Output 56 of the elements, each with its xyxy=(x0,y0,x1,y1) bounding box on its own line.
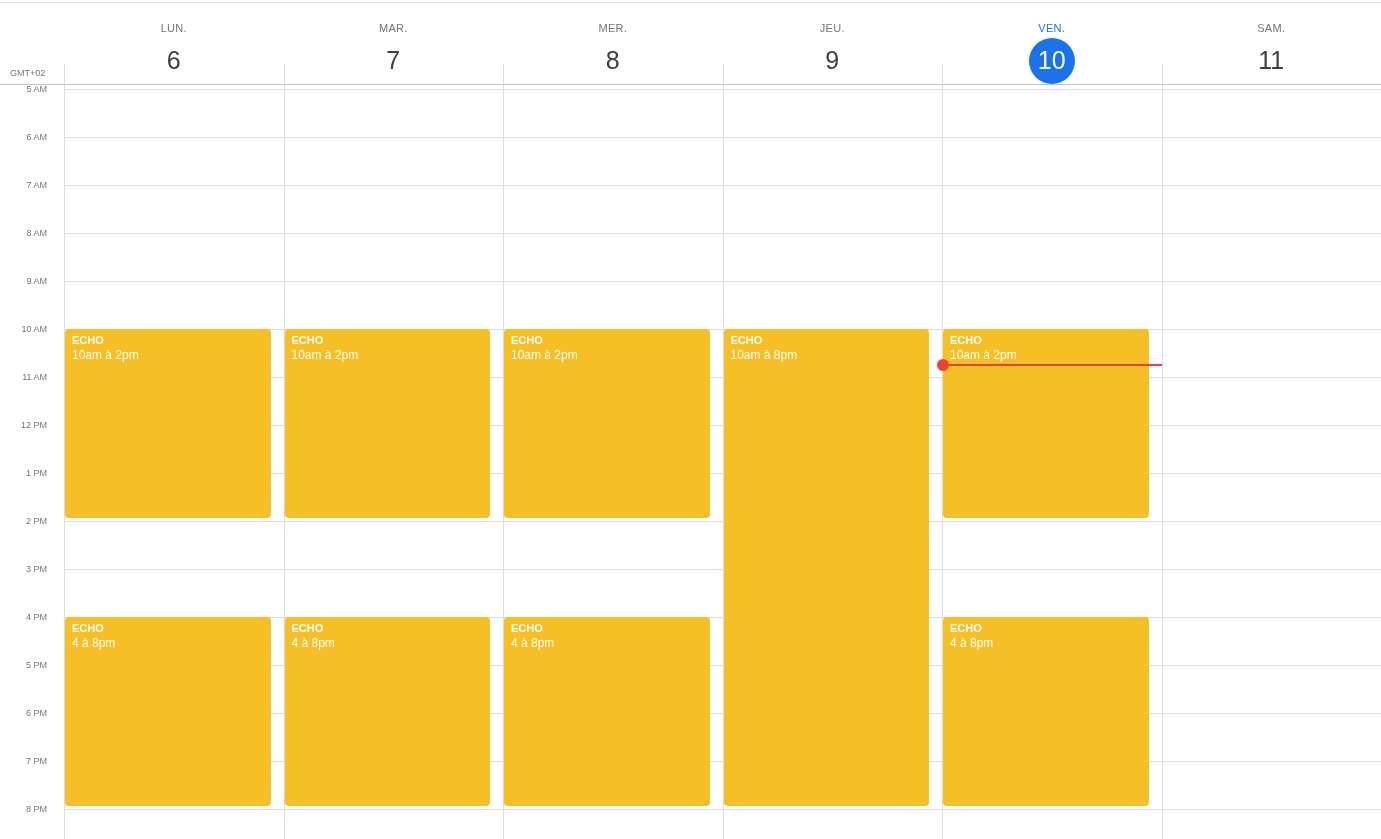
date-number[interactable]: 9 xyxy=(809,38,856,84)
hour-label: 8 PM xyxy=(26,803,47,815)
event-title: ECHO xyxy=(291,333,325,347)
hour-label: 11 AM xyxy=(22,371,47,383)
event-time: 4 à 8pm xyxy=(950,635,995,651)
event-title: ECHO xyxy=(291,621,325,635)
event-title: ECHO xyxy=(511,621,544,635)
event-card[interactable]: ECHO 4 à 8pm xyxy=(284,617,490,806)
hour-label: 8 AM xyxy=(26,227,47,239)
event-title: ECHO xyxy=(72,333,105,347)
weekday-label: JEU. xyxy=(819,21,845,35)
hour-label: 1 PM xyxy=(26,467,47,479)
hour-label: 6 PM xyxy=(26,707,47,719)
event-card[interactable]: ECHO 10am à 2pm xyxy=(943,329,1149,518)
hour-label: 9 AM xyxy=(26,275,47,287)
hour-label: 7 AM xyxy=(26,179,47,191)
event-card[interactable]: ECHO 10am à 8pm xyxy=(723,329,929,806)
date-number[interactable]: 11 xyxy=(1248,38,1295,84)
hour-label: 6 AM xyxy=(26,131,47,143)
event-time: 4 à 8pm xyxy=(72,635,117,651)
event-time: 10am à 2pm xyxy=(291,347,360,363)
event-card[interactable]: ECHO 10am à 2pm xyxy=(284,329,490,518)
event-time: 10am à 2pm xyxy=(72,347,140,363)
weekday-label: MER. xyxy=(598,21,628,35)
event-card[interactable]: ECHO 4 à 8pm xyxy=(504,617,710,806)
event-card[interactable]: ECHO 4 à 8pm xyxy=(65,617,271,806)
date-number[interactable]: 10 xyxy=(1028,38,1075,84)
event-title: ECHO xyxy=(950,621,983,635)
weekday-label: MAR. xyxy=(378,21,408,35)
hour-label: 2 PM xyxy=(26,515,47,527)
hour-label: 12 PM xyxy=(21,419,47,431)
event-time: 10am à 2pm xyxy=(511,347,579,363)
date-number[interactable]: 8 xyxy=(589,38,636,84)
hour-label: 4 PM xyxy=(26,611,47,623)
event-card[interactable]: ECHO 10am à 2pm xyxy=(65,329,271,518)
hour-label: 10 AM xyxy=(21,323,47,335)
date-number[interactable]: 6 xyxy=(150,38,197,84)
weekday-label: VEN. xyxy=(1038,21,1066,35)
event-time: 10am à 8pm xyxy=(730,347,799,363)
event-time: 10am à 2pm xyxy=(950,347,1018,363)
hour-label: 7 PM xyxy=(26,755,47,767)
event-title: ECHO xyxy=(730,333,764,347)
date-number[interactable]: 7 xyxy=(370,38,417,84)
hour-label: 5 AM xyxy=(26,83,47,95)
event-time: 4 à 8pm xyxy=(511,635,556,651)
event-card[interactable]: ECHO 10am à 2pm xyxy=(504,329,710,518)
timezone-label: GMT+02 xyxy=(10,66,46,80)
hour-label: 5 PM xyxy=(26,659,47,671)
event-time: 4 à 8pm xyxy=(291,635,336,651)
event-title: ECHO xyxy=(72,621,105,635)
event-title: ECHO xyxy=(950,333,983,347)
event-card[interactable]: ECHO 4 à 8pm xyxy=(943,617,1149,806)
weekday-label: SAM. xyxy=(1257,21,1286,35)
event-title: ECHO xyxy=(511,333,544,347)
weekday-label: LUN. xyxy=(160,21,187,35)
hour-label: 3 PM xyxy=(26,563,47,575)
